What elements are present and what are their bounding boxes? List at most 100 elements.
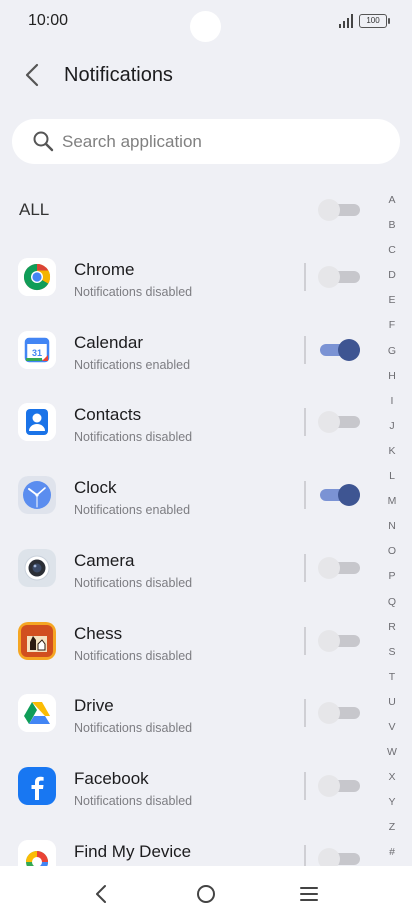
index-letter[interactable]: V	[382, 719, 402, 744]
divider	[304, 335, 306, 364]
app-row-chess[interactable]: Chess Notifications disabled	[0, 604, 380, 676]
clock-icon	[18, 476, 56, 515]
index-letter[interactable]: G	[382, 343, 402, 368]
divider	[304, 553, 306, 582]
notification-toggle[interactable]	[318, 265, 360, 289]
toggle-knob	[318, 199, 340, 221]
chevron-left-icon[interactable]	[18, 60, 48, 90]
status-bar: 10:00 100	[0, 0, 412, 44]
app-status: Notifications enabled	[74, 357, 191, 372]
drive-icon	[18, 694, 56, 733]
camera-cutout	[190, 11, 221, 42]
notification-toggle[interactable]	[318, 629, 360, 653]
index-letter[interactable]: B	[382, 217, 402, 242]
notification-toggle[interactable]	[318, 410, 360, 434]
index-letter[interactable]: R	[382, 619, 402, 644]
index-letter[interactable]: P	[382, 568, 402, 593]
index-letter[interactable]: E	[382, 292, 402, 317]
app-row-facebook[interactable]: Facebook Notifications disabled	[0, 749, 380, 821]
index-letter[interactable]: T	[382, 669, 402, 694]
divider	[304, 263, 306, 291]
calendar-date-text: 31	[32, 348, 42, 358]
page-title: Notifications	[64, 64, 173, 86]
alphabet-index[interactable]: A B C D E F G H I J K L M N O P Q R S T U V W X Y Z #	[382, 192, 402, 870]
app-name: Chess	[74, 623, 123, 643]
toggle-knob	[318, 266, 340, 288]
index-letter[interactable]: A	[382, 192, 402, 217]
facebook-icon	[18, 766, 56, 805]
divider	[304, 699, 306, 728]
toggle-knob	[318, 556, 340, 579]
index-letter[interactable]: I	[382, 393, 402, 418]
divider	[304, 408, 306, 437]
app-name: Camera	[74, 550, 135, 570]
notification-toggle[interactable]	[318, 483, 360, 507]
divider	[304, 626, 306, 655]
app-name: Drive	[74, 696, 114, 716]
search-input[interactable]	[62, 119, 382, 164]
all-row: ALL	[0, 190, 380, 230]
menu-icon[interactable]	[297, 882, 321, 906]
index-letter[interactable]: L	[382, 468, 402, 493]
notification-toggle[interactable]	[318, 556, 360, 580]
signal-icon	[339, 14, 353, 28]
index-letter[interactable]: Z	[382, 819, 402, 844]
app-name: Chrome	[74, 260, 135, 279]
back-icon[interactable]	[90, 882, 114, 906]
app-name: Calendar	[74, 332, 143, 352]
index-letter[interactable]: Y	[382, 794, 402, 819]
header: Notifications	[0, 52, 412, 100]
app-row-clock[interactable]: Clock Notifications enabled	[0, 458, 380, 530]
index-letter[interactable]: N	[382, 518, 402, 543]
calendar-icon: 31	[18, 330, 56, 369]
app-status: Notifications enabled	[74, 503, 191, 518]
app-row-chrome[interactable]: Chrome Notifications disabled	[0, 240, 380, 312]
app-name: Facebook	[74, 768, 149, 788]
index-letter[interactable]: C	[382, 242, 402, 267]
index-letter[interactable]: S	[382, 644, 402, 669]
notification-toggle[interactable]	[318, 338, 360, 362]
index-letter[interactable]: J	[382, 418, 402, 443]
home-icon[interactable]	[194, 882, 218, 906]
index-letter[interactable]: W	[382, 744, 402, 769]
navigation-bar	[0, 866, 412, 922]
app-status: Notifications disabled	[74, 793, 193, 808]
toggle-knob	[318, 629, 340, 652]
notification-toggle[interactable]	[318, 774, 360, 798]
app-status: Notifications disabled	[74, 285, 193, 299]
app-status: Notifications disabled	[74, 648, 193, 663]
app-row-drive[interactable]: Drive Notifications disabled	[0, 676, 380, 748]
notification-toggle[interactable]	[318, 701, 360, 725]
app-row-contacts[interactable]: Contacts Notifications disabled	[0, 385, 380, 457]
camera-icon	[18, 548, 56, 587]
index-letter[interactable]: D	[382, 267, 402, 292]
toggle-knob	[318, 411, 340, 434]
app-status: Notifications disabled	[74, 575, 193, 590]
app-status: Notifications disabled	[74, 721, 193, 736]
divider	[304, 771, 306, 800]
index-letter[interactable]: X	[382, 769, 402, 794]
toggle-knob	[338, 484, 360, 507]
app-name: Clock	[74, 478, 117, 498]
chess-icon	[18, 621, 56, 660]
index-letter[interactable]: O	[382, 543, 402, 568]
index-letter[interactable]: H	[382, 368, 402, 393]
all-toggle[interactable]	[318, 198, 360, 222]
toggle-knob	[338, 338, 360, 361]
all-label: ALL	[19, 200, 50, 219]
search-bar[interactable]	[12, 119, 400, 164]
app-row-camera[interactable]: Camera Notifications disabled	[0, 531, 380, 603]
index-letter[interactable]: U	[382, 694, 402, 719]
app-name: Contacts	[74, 405, 142, 425]
search-icon	[33, 131, 54, 152]
battery-icon: 100	[359, 14, 390, 28]
chrome-icon	[18, 258, 56, 296]
index-letter[interactable]: Q	[382, 594, 402, 619]
index-letter[interactable]: K	[382, 443, 402, 468]
status-time: 10:00	[28, 12, 69, 29]
divider	[304, 481, 306, 510]
toggle-knob	[318, 774, 340, 797]
index-letter[interactable]: F	[382, 317, 402, 342]
index-letter[interactable]: M	[382, 493, 402, 518]
app-row-calendar[interactable]: 31 Calendar Notifications enabled	[0, 313, 380, 385]
